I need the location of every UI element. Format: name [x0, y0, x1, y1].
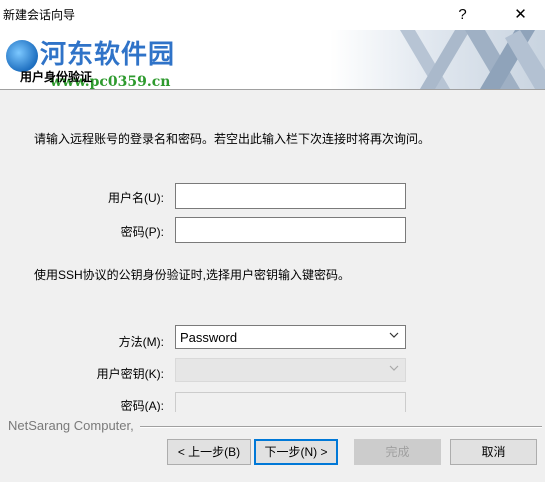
wizard-body: 请输入远程账号的登录名和密码。若空出此输入栏下次连接时将再次询问。 用户名(U)… — [0, 90, 545, 412]
wizard-header: 河东软件园 www.pc0359.cn 用户身份验证 — [0, 30, 545, 89]
password-input[interactable] — [175, 217, 406, 243]
next-button[interactable]: 下一步(N) > — [254, 439, 338, 465]
method-value: Password — [180, 330, 238, 345]
close-button[interactable]: ✕ — [498, 0, 543, 30]
cancel-button[interactable]: 取消 — [450, 439, 537, 465]
passphrase-input[interactable] — [175, 392, 406, 412]
intro-text: 请输入远程账号的登录名和密码。若空出此输入栏下次连接时将再次询问。 — [34, 132, 431, 146]
method-label: 方法(M): — [118, 335, 164, 349]
footer-divider — [140, 426, 542, 428]
pubkey-note: 使用SSH协议的公钥身份验证时,选择用户密钥输入键密码。 — [34, 268, 351, 282]
help-button[interactable]: ? — [440, 0, 485, 30]
page-subtitle: 用户身份验证 — [20, 70, 93, 84]
userkey-select[interactable] — [175, 358, 406, 382]
username-label: 用户名(U): — [108, 191, 164, 205]
finish-button[interactable]: 完成 — [354, 439, 441, 465]
passphrase-label: 密码(A): — [120, 399, 164, 412]
chevron-down-icon — [389, 332, 399, 338]
watermark-site: 河东软件园 — [40, 40, 176, 70]
header-graphic-icon — [330, 30, 545, 89]
back-button[interactable]: < 上一步(B) — [167, 439, 251, 465]
window-title: 新建会话向导 — [3, 8, 76, 22]
userkey-label: 用户密钥(K): — [96, 367, 164, 381]
username-input[interactable] — [175, 183, 406, 209]
method-select[interactable]: Password — [175, 325, 406, 349]
company-label: NetSarang Computer, — [8, 418, 134, 433]
password-label: 密码(P): — [120, 225, 164, 239]
chevron-down-icon — [389, 365, 399, 371]
